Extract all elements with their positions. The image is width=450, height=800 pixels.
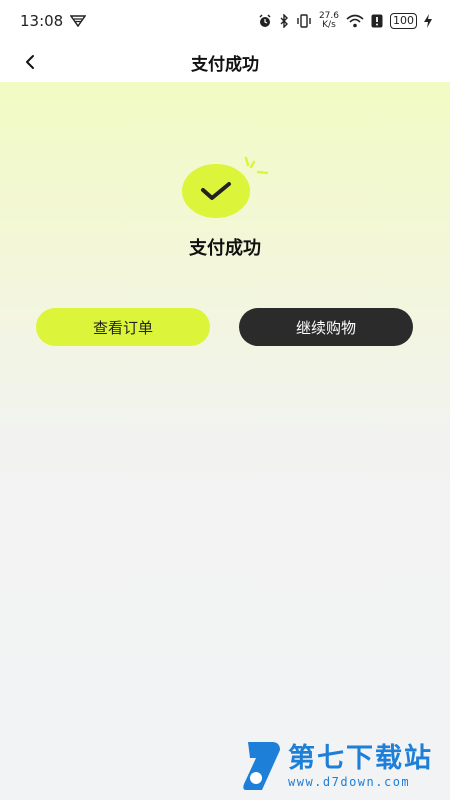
- nav-bar: 支付成功: [0, 42, 450, 82]
- network-speed: 27.6 K/s: [319, 12, 339, 30]
- page-title: 支付成功: [191, 54, 259, 75]
- wifi-icon: [346, 14, 364, 28]
- battery-indicator: 100: [390, 13, 417, 29]
- status-bar: 13:08 27.6 K/s 100: [0, 0, 450, 42]
- alert-icon: [371, 14, 383, 28]
- sparkle-icon: [244, 156, 269, 175]
- vpn-shield-icon: [70, 15, 87, 27]
- success-title: 支付成功: [189, 238, 261, 259]
- success-icon-group: [178, 156, 270, 220]
- payment-result-content: 支付成功 查看订单 继续购物: [0, 82, 450, 800]
- watermark-text: 第七下载站 www.d7down.com: [288, 743, 433, 789]
- chevron-left-icon: [26, 55, 34, 69]
- back-button[interactable]: [16, 48, 44, 76]
- status-left: 13:08: [20, 12, 87, 30]
- status-time: 13:08: [20, 12, 64, 30]
- d7-logo-icon: [243, 742, 280, 790]
- alarm-icon: [259, 14, 271, 27]
- continue-shopping-button[interactable]: 继续购物: [239, 308, 413, 346]
- bluetooth-icon: [280, 14, 288, 28]
- watermark-name: 第七下载站: [288, 743, 433, 774]
- vibrate-icon: [297, 14, 311, 28]
- site-watermark: 第七下载站 www.d7down.com: [242, 738, 442, 794]
- network-speed-unit: K/s: [322, 20, 336, 30]
- charging-icon: [424, 14, 432, 28]
- watermark-url: www.d7down.com: [288, 775, 411, 789]
- status-right: 27.6 K/s 100: [258, 12, 432, 30]
- view-order-button[interactable]: 查看订单: [36, 308, 210, 346]
